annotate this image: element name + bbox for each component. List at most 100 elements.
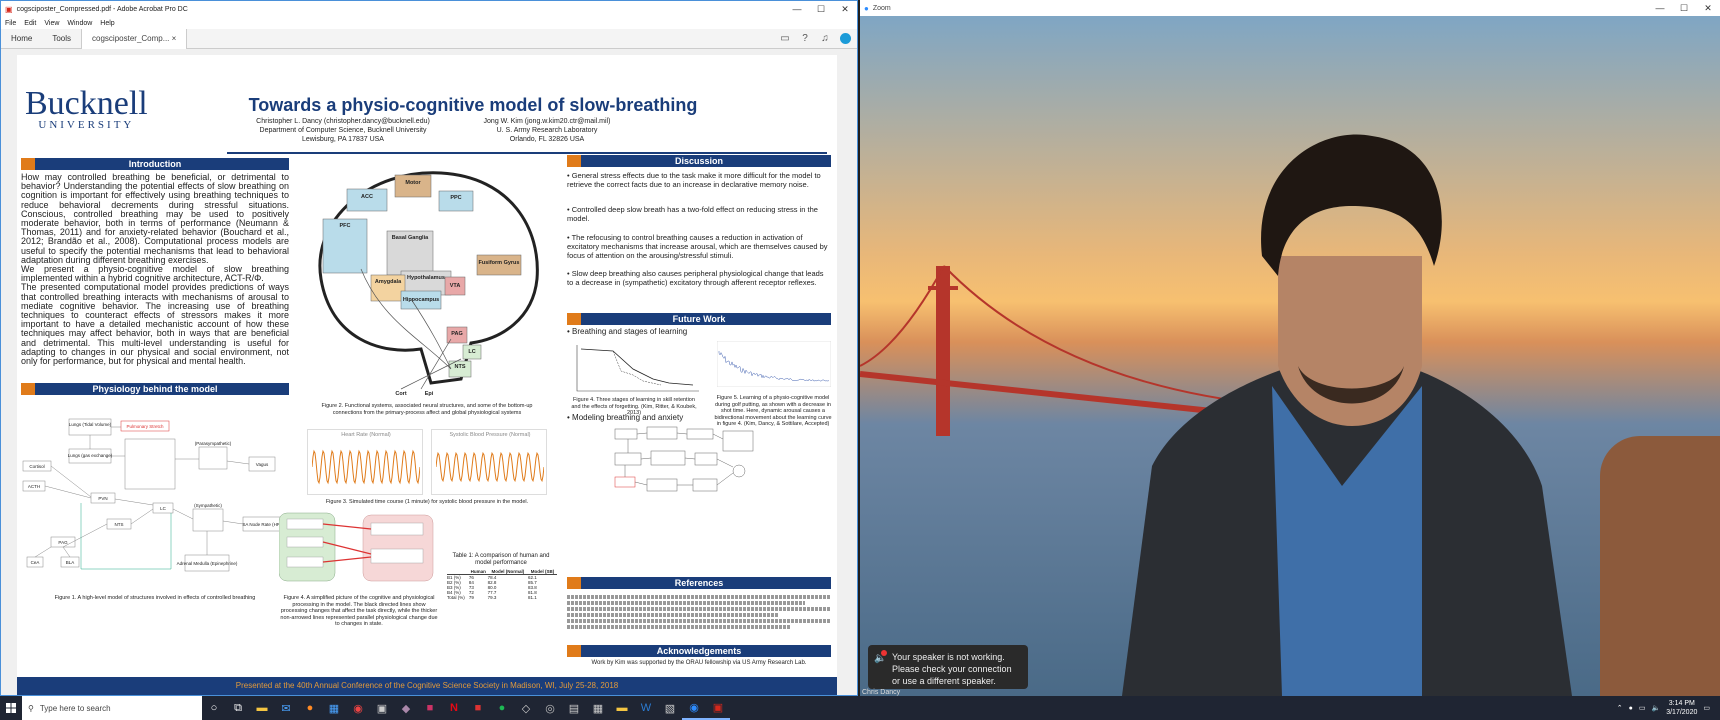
fig1-label-acth: ACTH <box>28 484 40 489</box>
hillside <box>1600 436 1720 696</box>
chart-sbp-line <box>436 451 544 483</box>
word-icon[interactable]: W <box>634 696 658 720</box>
poster-title: Towards a physio-cognitive model of slow… <box>248 95 698 115</box>
cortana-icon[interactable]: ○ <box>202 696 226 720</box>
fig1-label-pulmonary: Pulmonary Stretch <box>126 424 164 429</box>
taskbar-search[interactable]: ⚲ Type here to search <box>22 696 202 720</box>
zoom-close-button[interactable]: ✕ <box>1696 3 1720 14</box>
discussion-point-3: • The refocusing to control breathing ca… <box>567 233 828 260</box>
start-button[interactable] <box>0 696 22 720</box>
menu-edit[interactable]: Edit <box>24 20 36 27</box>
fig4-node-3 <box>286 556 324 568</box>
table-cell: 81.1 <box>528 595 537 600</box>
firefox-icon[interactable]: ● <box>298 696 322 720</box>
chart-hr-wave <box>312 449 420 485</box>
logo-bottom: UNIVERSITY <box>38 119 135 131</box>
comment-icon[interactable]: ▭ <box>777 31 793 47</box>
future-work-header: Future Work <box>567 313 831 325</box>
maximize-button[interactable]: ☐ <box>809 4 833 15</box>
chrome-icon[interactable]: ◉ <box>346 696 370 720</box>
app-icon-2[interactable]: ◆ <box>394 696 418 720</box>
zoom-maximize-button[interactable]: ☐ <box>1672 3 1696 14</box>
tab-home[interactable]: Home <box>1 34 42 43</box>
figure4-caption: Figure 4. A simplified picture of the co… <box>280 595 438 627</box>
windows-icon <box>6 703 16 713</box>
tray-volume-icon[interactable]: 🔈 <box>1652 704 1661 712</box>
video-feed[interactable]: 🔈 Your speaker is not working. Please ch… <box>860 16 1720 696</box>
tab-document[interactable]: cogsciposter_Comp... × <box>81 28 188 49</box>
bell-icon[interactable]: ♫ <box>817 31 833 47</box>
clock-date: 3/17/2020 <box>1666 709 1698 716</box>
menu-help[interactable]: Help <box>100 20 114 27</box>
notification-icon[interactable]: ▭ <box>1703 704 1710 712</box>
poster-footer: Presented at the 40th Annual Conference … <box>17 677 837 695</box>
participant-hair <box>1261 134 1442 276</box>
tray-chevron-icon[interactable]: ⌃ <box>1617 704 1623 712</box>
zoom-taskbar-icon[interactable]: ◉ <box>682 696 706 720</box>
anxiety-node <box>646 426 678 440</box>
reference-line <box>567 619 831 623</box>
logo-top: Bucknell <box>25 85 148 122</box>
brain-label-motor: Motor <box>405 180 421 186</box>
figure3-chart-hr: Heart Rate (Normal) <box>307 429 423 495</box>
app-icon-8[interactable]: ▬ <box>610 696 634 720</box>
anxiety-node <box>722 430 754 452</box>
acrobat-taskbar-icon[interactable]: ▣ <box>706 696 730 720</box>
anxiety-node <box>614 476 636 488</box>
task-view-icon[interactable]: ⧉ <box>226 696 250 720</box>
menu-window[interactable]: Window <box>67 20 92 27</box>
mail-icon[interactable]: ✉ <box>274 696 298 720</box>
calculator-icon[interactable]: ▦ <box>586 696 610 720</box>
file-explorer-icon[interactable]: ▬ <box>250 696 274 720</box>
tray-mic-icon[interactable]: ● <box>1629 705 1633 712</box>
speaker-warning-notice[interactable]: 🔈 Your speaker is not working. Please ch… <box>868 645 1028 689</box>
fig1-label-cortisol: Cortisol <box>29 464 44 469</box>
figure-shot-time <box>717 341 831 387</box>
table-cell: 79 <box>468 595 474 600</box>
spotify-icon[interactable]: ● <box>490 696 514 720</box>
references-list <box>567 593 831 631</box>
close-button[interactable]: ✕ <box>833 4 857 15</box>
intro-p2: We present a physio-cognitive model of s… <box>21 264 289 284</box>
app-icon-6[interactable]: ◎ <box>538 696 562 720</box>
acrobat-tabbar: Home Tools cogsciposter_Comp... × ▭ ? ♫ <box>1 28 857 49</box>
acknowledgements-header: Acknowledgements <box>567 645 831 657</box>
reference-line <box>567 595 831 599</box>
acrobat-window: ▣ cogsciposter_Compressed.pdf - Adobe Ac… <box>0 0 858 696</box>
netflix-icon[interactable]: N <box>442 696 466 720</box>
clock-time: 3:14 PM <box>1668 700 1695 707</box>
fig4-node-1 <box>286 518 324 530</box>
help-icon[interactable]: ? <box>797 31 813 47</box>
brain-label-vta: VTA <box>450 283 461 289</box>
menu-file[interactable]: File <box>5 20 16 27</box>
table-head-cell: Human <box>470 569 486 574</box>
zoom-minimize-button[interactable]: — <box>1648 3 1672 13</box>
account-icon[interactable] <box>837 31 853 47</box>
fig1-node-sympathetic <box>192 508 224 532</box>
fig1-label-pag: PAG <box>58 540 68 545</box>
app-icon-3[interactable]: ■ <box>418 696 442 720</box>
tray-clock[interactable]: 3:14 PM 3/17/2020 <box>1666 699 1697 717</box>
app-icon-1[interactable]: ▣ <box>370 696 394 720</box>
minimize-button[interactable]: — <box>785 4 809 14</box>
app-icon-7[interactable]: ▤ <box>562 696 586 720</box>
app-icon-4[interactable]: ■ <box>466 696 490 720</box>
chart-hr-title: Heart Rate (Normal) <box>341 432 391 438</box>
menu-view[interactable]: View <box>44 20 59 27</box>
system-tray: ⌃ ● ▭ 🔈 3:14 PM 3/17/2020 ▭ <box>1617 696 1710 720</box>
tab-tools[interactable]: Tools <box>42 34 81 43</box>
anxiety-node <box>650 450 686 466</box>
brain-label-nts: NTS <box>455 364 466 370</box>
brain-label-hypothalamus: Hypothalamus <box>407 275 445 281</box>
document-area[interactable]: Bucknell UNIVERSITY Towards a physio-cog… <box>1 49 857 695</box>
reference-line <box>567 613 779 617</box>
tab-close-icon[interactable]: × <box>172 34 177 43</box>
figure3-caption: Figure 3. Simulated time course (1 minut… <box>325 499 529 505</box>
anxiety-node <box>732 464 746 478</box>
learning-curve <box>580 348 694 386</box>
store-icon[interactable]: ▦ <box>322 696 346 720</box>
fig1-label-bla: BLA <box>66 560 75 565</box>
tray-network-icon[interactable]: ▭ <box>1639 704 1646 712</box>
app-icon-5[interactable]: ◇ <box>514 696 538 720</box>
photos-icon[interactable]: ▧ <box>658 696 682 720</box>
